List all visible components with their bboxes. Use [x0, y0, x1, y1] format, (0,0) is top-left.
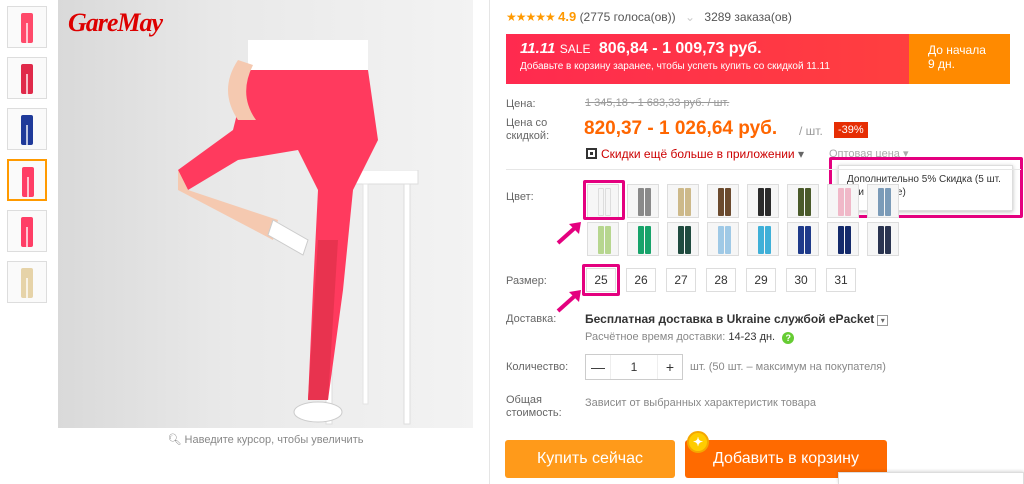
- coin-icon: ✦: [687, 431, 709, 453]
- shipping-method[interactable]: Бесплатная доставка в Ukraine службой eP…: [585, 312, 889, 326]
- total-label: Общая стоимость:: [506, 394, 562, 419]
- divider: [506, 169, 1021, 170]
- pointer-arrow-icon: [556, 290, 581, 313]
- popup-edge: [838, 472, 1024, 484]
- color-swatch[interactable]: [747, 222, 779, 256]
- thumbnail-list: [7, 6, 47, 312]
- size-option-27[interactable]: 27: [666, 268, 696, 292]
- size-option-28[interactable]: 28: [706, 268, 736, 292]
- thumbnail[interactable]: [7, 6, 47, 48]
- color-swatch[interactable]: [827, 184, 859, 218]
- quantity-input[interactable]: 1: [610, 355, 658, 379]
- color-swatch[interactable]: [747, 184, 779, 218]
- discount-badge: -39%: [834, 122, 868, 138]
- old-price: 1 345,18 - 1 683,33 руб. / шт.: [585, 97, 730, 109]
- sale-price: 806,84 - 1 009,73 руб.: [598, 40, 762, 57]
- shipping-label: Доставка:: [506, 313, 557, 325]
- sale-countdown: До начала 9 дн.: [928, 43, 986, 71]
- quantity-note: шт. (50 шт. – максимум на покупателя): [690, 361, 886, 373]
- model-illustration: [178, 40, 378, 423]
- color-swatch[interactable]: [667, 184, 699, 218]
- quantity-stepper: — 1 +: [585, 354, 683, 380]
- quantity-plus-button[interactable]: +: [658, 355, 682, 379]
- shipping-method-text: Бесплатная доставка в Ukraine службой eP…: [585, 312, 875, 326]
- rating-score: 4.9: [558, 9, 577, 24]
- chevron-down-icon[interactable]: ⌄: [685, 10, 695, 24]
- discount-price: 820,37 - 1 026,64 руб.: [584, 118, 778, 139]
- buy-now-button[interactable]: Купить сейчас: [505, 440, 675, 478]
- thumbnail[interactable]: [7, 210, 47, 252]
- pointer-arrow-icon: [556, 222, 581, 245]
- total-note: Зависит от выбранных характеристик товар…: [585, 397, 816, 409]
- discount-price-label: Цена со скидкой:: [506, 117, 550, 142]
- magnifier-icon: 🔍︎: [167, 434, 182, 446]
- chevron-down-icon[interactable]: ▾: [877, 315, 889, 326]
- countdown-label: До начала: [928, 43, 986, 57]
- sale-banner[interactable]: 11.11 SALE 806,84 - 1 009,73 руб. Добавь…: [506, 34, 1010, 84]
- countdown-value: 9 дн.: [928, 57, 955, 71]
- thumbnail-active[interactable]: [7, 159, 47, 201]
- price-label: Цена:: [506, 98, 536, 110]
- thumbnail[interactable]: [7, 57, 47, 99]
- divider: [489, 0, 490, 484]
- delivery-time-label: Расчётное время доставки:: [585, 331, 726, 343]
- sale-badge: 11.11: [520, 40, 556, 57]
- color-swatch[interactable]: [667, 222, 699, 256]
- zoom-hint-text: Наведите курсор, чтобы увеличить: [184, 434, 364, 446]
- color-swatch[interactable]: [627, 222, 659, 256]
- app-discount-link[interactable]: Скидки ещё больше в приложении ▾: [586, 147, 804, 161]
- qr-code-icon: [586, 148, 597, 159]
- product-image[interactable]: GareMay: [58, 0, 473, 428]
- color-swatch[interactable]: [627, 184, 659, 218]
- chevron-down-icon: ▾: [797, 147, 805, 161]
- rating-votes[interactable]: (2775 голоса(ов)): [580, 10, 676, 24]
- quantity-minus-button[interactable]: —: [586, 355, 610, 379]
- color-swatch[interactable]: [867, 184, 899, 218]
- app-link-text: Скидки ещё больше в приложении: [601, 147, 795, 161]
- help-icon[interactable]: ?: [782, 332, 795, 344]
- order-count: 3289 заказа(ов): [704, 10, 792, 24]
- color-swatch[interactable]: [827, 222, 859, 256]
- color-swatch[interactable]: [867, 222, 899, 256]
- color-swatch[interactable]: [707, 184, 739, 218]
- size-label: Размер:: [506, 275, 547, 287]
- color-swatch[interactable]: [707, 222, 739, 256]
- size-option-26[interactable]: 26: [626, 268, 656, 292]
- color-label: Цвет:: [506, 191, 534, 203]
- delivery-time-value: 14-23 дн.: [728, 331, 776, 343]
- size-option-31[interactable]: 31: [826, 268, 856, 292]
- quantity-label: Количество:: [506, 361, 569, 373]
- highlight-frame: [582, 264, 620, 296]
- product-page: GareMay 🔍︎ Наведите курсор, чтобы увелич…: [0, 0, 1024, 484]
- color-swatch[interactable]: [787, 222, 819, 256]
- rating-row: ★★★★★ 4.9 (2775 голоса(ов)) ⌄ 3289 заказ…: [506, 9, 792, 24]
- thumbnail[interactable]: [7, 261, 47, 303]
- sale-label: SALE: [559, 42, 591, 56]
- price-unit: / шт.: [799, 124, 823, 138]
- thumbnail[interactable]: [7, 108, 47, 150]
- delivery-time: Расчётное время доставки: 14-23 дн. ?: [585, 331, 795, 344]
- color-swatch[interactable]: [587, 222, 619, 256]
- star-rating-icon: ★★★★★: [506, 10, 556, 24]
- highlight-frame: [583, 180, 625, 220]
- color-swatch[interactable]: [787, 184, 819, 218]
- brand-logo: GareMay: [68, 8, 163, 37]
- zoom-hint: 🔍︎ Наведите курсор, чтобы увеличить: [58, 433, 473, 446]
- sale-subtitle: Добавьте в корзину заранее, чтобы успеть…: [520, 61, 830, 72]
- size-option-30[interactable]: 30: [786, 268, 816, 292]
- size-option-29[interactable]: 29: [746, 268, 776, 292]
